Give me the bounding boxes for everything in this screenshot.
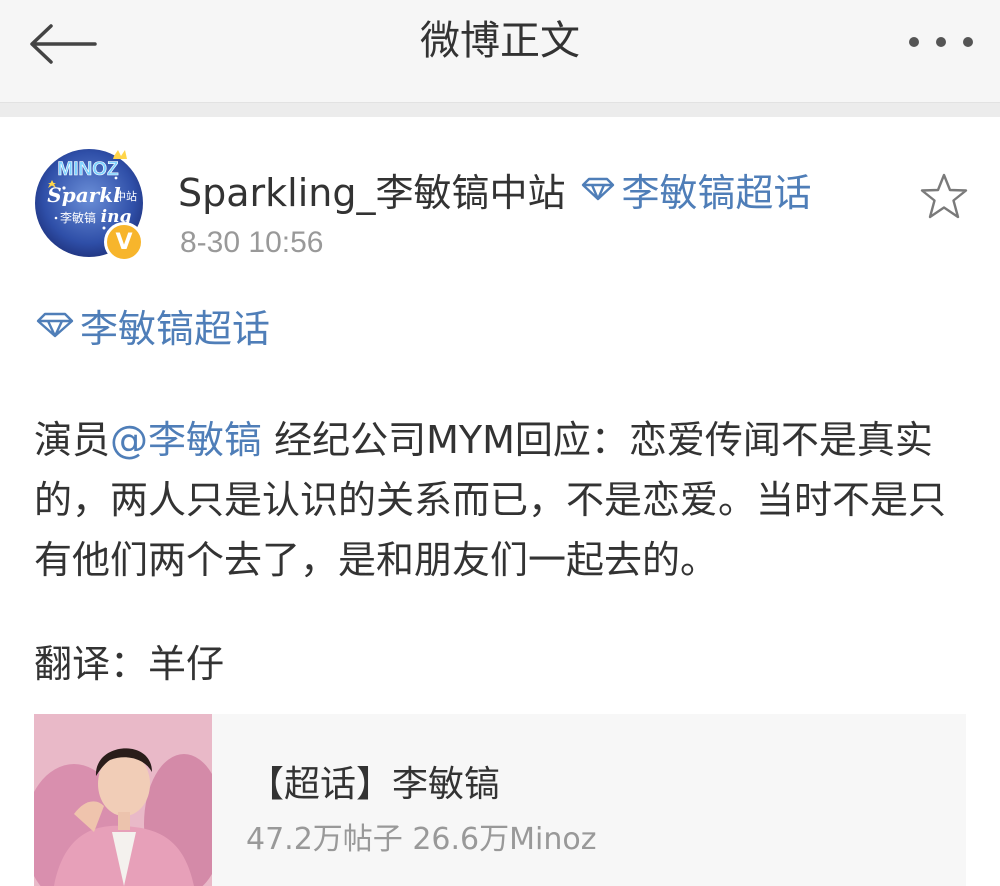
- post-body: 演员@李敏镐 经纪公司MYM回应：恋爱传闻不是真实的，两人只是认识的关系而已，不…: [34, 410, 974, 590]
- page-title: 微博正文: [420, 18, 580, 64]
- super-topic-link[interactable]: 李敏镐超话: [36, 300, 271, 351]
- verified-badge-icon: V: [104, 222, 144, 262]
- translator-credit: 翻译：羊仔: [34, 642, 225, 686]
- diamond-icon: [36, 312, 74, 338]
- topic-thumbnail: [34, 714, 212, 886]
- avatar-name-text: 李敏镐: [60, 210, 96, 225]
- avatar-station-text: 中站: [115, 189, 137, 203]
- card-stats: 47.2万帖子 26.6万Minoz: [246, 822, 597, 857]
- author-topic-label: 李敏镐超话: [621, 170, 812, 215]
- post-body-prefix: 演员: [34, 418, 111, 462]
- avatar-script-top: Sparkl: [47, 183, 121, 207]
- star-icon: [920, 173, 968, 219]
- more-options-button[interactable]: [906, 22, 976, 62]
- avatar-arc-text: MINOZ: [57, 159, 119, 180]
- post-timestamp: 8-30 10:56: [180, 226, 324, 259]
- author-name[interactable]: Sparkling_李敏镐中站: [178, 162, 565, 217]
- card-title: 【超话】李敏镐: [248, 764, 501, 805]
- user-mention[interactable]: @李敏镐: [110, 418, 262, 462]
- section-divider: [0, 102, 1000, 117]
- diamond-icon: [581, 177, 615, 201]
- author-line: Sparkling_李敏镐中站 李敏镐超话: [178, 162, 812, 217]
- ellipsis-icon: [909, 37, 973, 47]
- favorite-button[interactable]: [916, 168, 972, 224]
- top-nav-bar: 微博正文: [0, 0, 1000, 102]
- super-topic-card[interactable]: 【超话】李敏镐 47.2万帖子 26.6万Minoz: [34, 714, 966, 886]
- author-topic-link[interactable]: 李敏镐超话: [581, 162, 812, 217]
- super-topic-label: 李敏镐超话: [80, 306, 271, 351]
